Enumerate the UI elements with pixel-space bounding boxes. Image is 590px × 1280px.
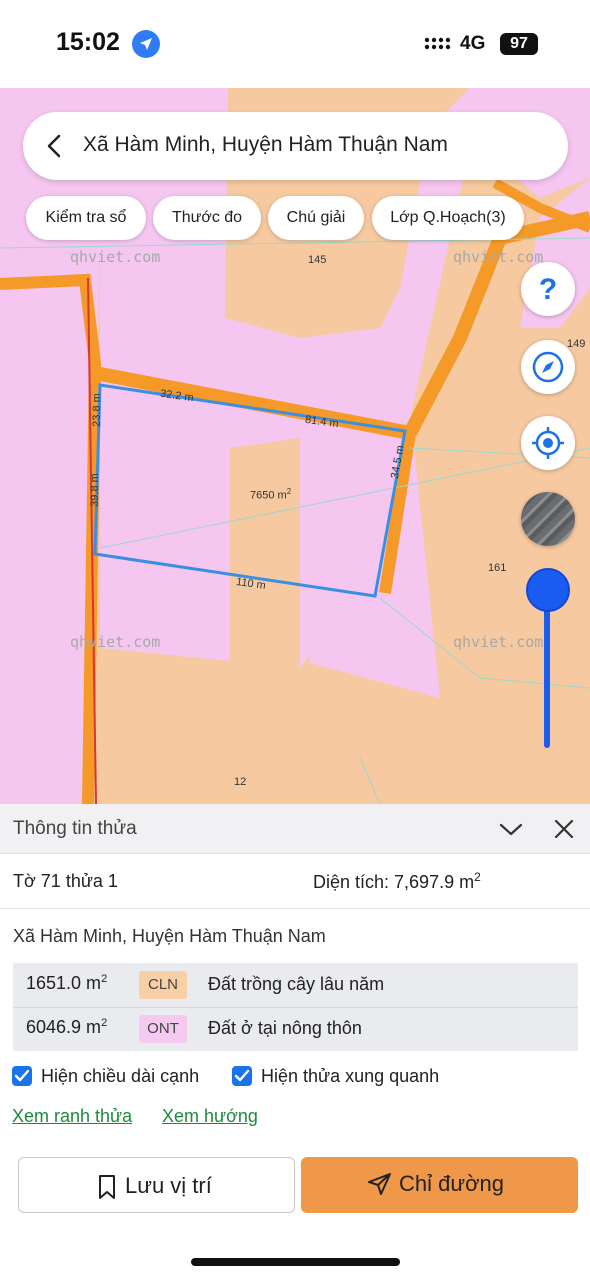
- zoom-slider-knob[interactable]: [526, 568, 570, 612]
- watermark: qhviet.com: [70, 633, 161, 651]
- svg-text:?: ?: [539, 273, 557, 306]
- directions-label: Chỉ đường: [399, 1171, 504, 1196]
- search-bar[interactable]: Xã Hàm Minh, Huyện Hàm Thuận Nam: [23, 112, 568, 180]
- compass-button[interactable]: [521, 340, 575, 394]
- land-use-table: 1651.0 m2 CLN Đất trồng cây lâu năm 6046…: [13, 963, 578, 1051]
- show-nearby-parcels-label[interactable]: Hiện thửa xung quanh: [261, 1066, 439, 1087]
- target-icon: [532, 427, 564, 459]
- land-use-code: CLN: [139, 971, 187, 999]
- panel-header: Thông tin thửa: [0, 804, 590, 854]
- location-title: Xã Hàm Minh, Huyện Hàm Thuận Nam: [83, 133, 448, 156]
- parcel-info-panel: Thông tin thửa Tờ 71 thửa 1 Diện tích: 7…: [0, 804, 590, 1280]
- status-time: 15:02: [56, 28, 120, 56]
- land-use-description: Đất ở tại nông thôn: [208, 1018, 362, 1038]
- parcel-area: Diện tích: 7,697.9 m2: [313, 870, 481, 892]
- divider: [0, 908, 590, 909]
- watermark: qhviet.com: [70, 248, 161, 266]
- land-use-row: 6046.9 m2 ONT Đất ở tại nông thôn: [13, 1007, 578, 1051]
- save-location-button[interactable]: Lưu vị trí: [18, 1157, 295, 1213]
- check-icon: [14, 1069, 30, 1082]
- land-use-code: ONT: [139, 1015, 187, 1043]
- land-use-area: 6046.9 m2: [26, 1017, 108, 1037]
- chip-check-book[interactable]: Kiểm tra sổ: [26, 196, 146, 240]
- parcel-area-label: 7650 m2: [250, 487, 292, 502]
- show-edge-length-checkbox[interactable]: [12, 1066, 32, 1086]
- perennial-zone: [230, 438, 300, 688]
- satellite-layer-button[interactable]: [521, 492, 575, 546]
- home-indicator[interactable]: [191, 1258, 400, 1266]
- battery-icon: 97: [500, 33, 538, 55]
- parcel-number-label: 12: [234, 776, 247, 788]
- view-boundary-link[interactable]: Xem ranh thửa: [12, 1106, 132, 1127]
- sheet-parcel-number: Tờ 71 thửa 1: [13, 871, 118, 891]
- land-use-area: 1651.0 m2: [26, 973, 108, 993]
- show-nearby-parcels-checkbox[interactable]: [232, 1066, 252, 1086]
- close-icon[interactable]: [553, 818, 575, 840]
- edge-length-label: 39.8 m: [88, 473, 101, 507]
- location-arrow-icon: [132, 30, 160, 58]
- check-icon: [234, 1069, 250, 1082]
- save-location-label: Lưu vị trí: [125, 1173, 212, 1198]
- compass-icon: [532, 351, 564, 383]
- watermark: qhviet.com: [453, 633, 544, 651]
- signal-dots-icon: [424, 35, 454, 56]
- locate-button[interactable]: [521, 416, 575, 470]
- back-arrow-icon[interactable]: [43, 132, 67, 160]
- perennial-zone: [310, 408, 440, 698]
- show-edge-length-label[interactable]: Hiện chiều dài cạnh: [41, 1066, 199, 1087]
- help-button[interactable]: ?: [521, 262, 575, 316]
- edge-length-label: 23.8 m: [90, 393, 103, 427]
- land-use-description: Đất trồng cây lâu năm: [208, 974, 385, 994]
- chip-ruler[interactable]: Thước đo: [153, 196, 261, 240]
- parcel-number-label: 161: [488, 562, 507, 574]
- bookmark-icon: [99, 1175, 115, 1199]
- chevron-down-icon[interactable]: [498, 818, 524, 840]
- panel-title: Thông tin thửa: [13, 818, 137, 839]
- view-direction-link[interactable]: Xem hướng: [162, 1106, 258, 1127]
- chip-planning-layers[interactable]: Lớp Q.Hoạch(3): [372, 196, 524, 240]
- parcel-address: Xã Hàm Minh, Huyện Hàm Thuận Nam: [13, 926, 326, 946]
- zoom-slider-track[interactable]: [544, 590, 550, 748]
- land-use-row: 1651.0 m2 CLN Đất trồng cây lâu năm: [13, 963, 578, 1008]
- send-icon: [368, 1173, 391, 1195]
- question-icon: ?: [539, 273, 557, 306]
- directions-button[interactable]: Chỉ đường: [301, 1157, 578, 1213]
- network-label: 4G: [460, 33, 486, 54]
- status-bar: 15:02 4G 97: [0, 0, 590, 88]
- parcel-number-label: 145: [308, 254, 327, 266]
- chip-legend[interactable]: Chú giải: [268, 196, 364, 240]
